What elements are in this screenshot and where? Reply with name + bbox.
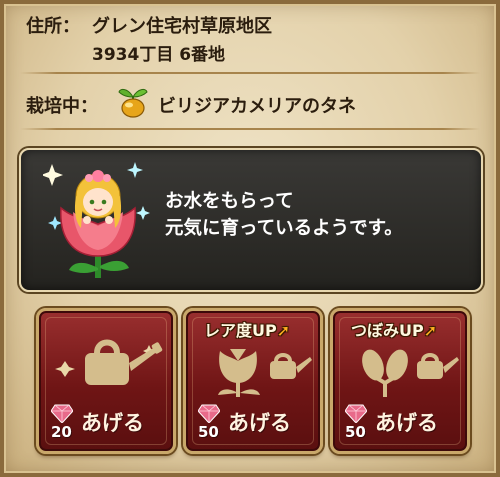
gem-icon [345, 404, 367, 423]
flower-fairy-portrait [43, 162, 150, 278]
message-text: お水をもらって 元気に育っているようです。 [165, 188, 465, 242]
button-label: あげる [375, 411, 438, 435]
address-line-2: 3934丁目 6番地 [92, 45, 226, 65]
message-panel: お水をもらって 元気に育っているようです。 [19, 148, 483, 292]
cost-value: 20 [51, 423, 72, 441]
cultivating-label: 栽培中： [26, 96, 98, 117]
address-label: 住所： [26, 16, 80, 37]
button-label: あげる [81, 411, 144, 435]
button-label: あげる [228, 411, 291, 435]
golden-seed-icon [118, 88, 148, 118]
water-button[interactable]: 20 あげる [36, 308, 176, 454]
watering-can-icon [55, 339, 163, 385]
message-line-1: お水をもらって [165, 191, 294, 212]
gem-icon [198, 404, 220, 423]
rarity-up-badge: レア度UP➚ [204, 317, 290, 341]
badge-text: レア度UP [204, 321, 277, 340]
cost-value: 50 [198, 423, 219, 441]
address-line-1: グレン住宅村草原地区 [92, 16, 272, 37]
badge-text: つぼみUP [351, 321, 424, 340]
cost-value: 50 [345, 423, 366, 441]
up-arrow-icon: ➚ [276, 321, 291, 340]
up-arrow-icon: ➚ [423, 321, 438, 340]
message-line-2: 元気に育っているようです。 [165, 218, 403, 239]
bud-up-badge: つぼみUP➚ [351, 317, 437, 341]
section-divider [20, 128, 480, 130]
bud-up-water-button[interactable]: つぼみUP➚ 50 あげる [330, 308, 470, 454]
rarity-up-water-button[interactable]: レア度UP➚ 50 あげる [183, 308, 323, 454]
section-divider [20, 72, 480, 74]
seed-name: ビリジアカメリアのタネ [158, 96, 356, 117]
gem-icon [51, 404, 73, 423]
